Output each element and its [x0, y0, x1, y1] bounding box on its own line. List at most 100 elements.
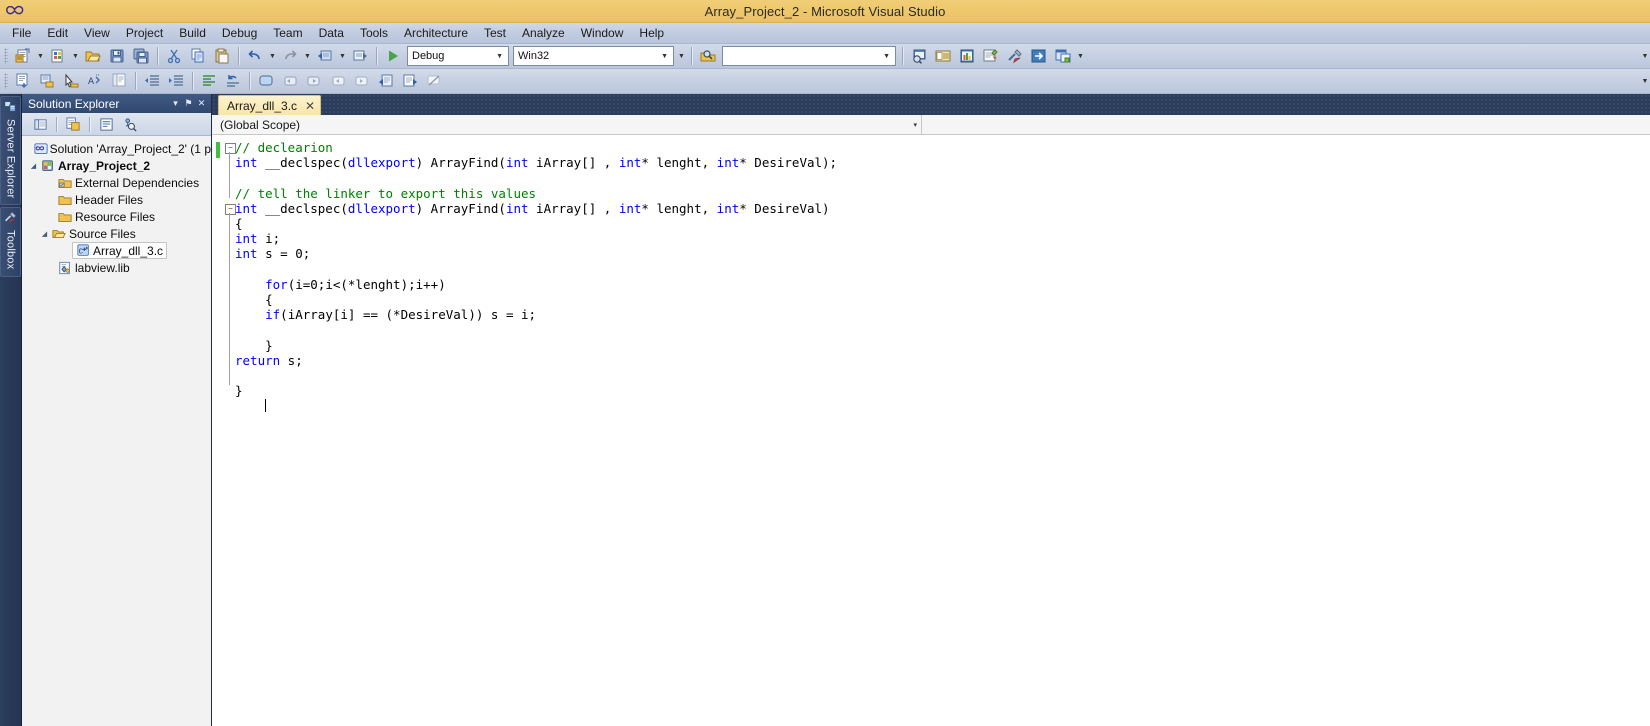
toolbar-grip[interactable] — [4, 73, 8, 89]
go-to-icon[interactable] — [1027, 45, 1051, 67]
toolbar-grip[interactable] — [4, 48, 8, 64]
menu-tools[interactable]: Tools — [352, 24, 396, 42]
solution-platform-combo[interactable]: Win32 ▼ — [513, 46, 674, 66]
tree-item-external-dependencies[interactable]: External Dependencies — [22, 174, 211, 191]
menu-view[interactable]: View — [76, 24, 118, 42]
solution-explorer-window-icon[interactable] — [907, 45, 931, 67]
menu-file[interactable]: File — [4, 24, 39, 42]
uncomment-selection-icon[interactable] — [107, 70, 131, 92]
bookmark-next-in-document-icon[interactable] — [398, 70, 422, 92]
chevron-down-icon[interactable]: ▾ — [913, 121, 917, 129]
navigation-bar: (Global Scope) ▾ — [212, 115, 1650, 135]
cut-icon[interactable] — [162, 45, 186, 67]
find-input[interactable] — [727, 49, 871, 63]
insert-snippet-icon[interactable] — [35, 70, 59, 92]
pin-icon[interactable]: ⚑ — [182, 96, 195, 111]
new-project-dropdown-icon[interactable]: ▼ — [35, 46, 46, 66]
show-all-files-icon[interactable] — [61, 113, 85, 135]
increase-indent-icon[interactable] — [164, 70, 188, 92]
new-window-icon[interactable] — [1051, 45, 1075, 67]
find-combo[interactable]: ▼ — [722, 46, 896, 66]
add-new-item-dropdown-icon[interactable]: ▼ — [70, 46, 81, 66]
outlining-margin[interactable]: − − — [224, 135, 236, 658]
tree-item-solution[interactable]: Solution 'Array_Project_2' (1 p — [22, 140, 211, 157]
redo-dropdown-icon[interactable]: ▼ — [302, 46, 313, 66]
save-all-icon[interactable] — [129, 45, 153, 67]
window-dropdown-icon[interactable]: ▾ — [169, 96, 182, 111]
object-browser-search-icon[interactable] — [118, 113, 142, 135]
undo-dropdown-icon[interactable]: ▼ — [267, 46, 278, 66]
close-icon[interactable]: ✕ — [305, 100, 315, 112]
glyph-margin[interactable] — [212, 135, 224, 658]
navigate-backward-icon[interactable] — [313, 45, 337, 67]
menu-analyze[interactable]: Analyze — [514, 24, 573, 42]
tree-item-resource-files[interactable]: Resource Files — [22, 208, 211, 225]
redo-icon[interactable] — [278, 45, 302, 67]
code-text[interactable]: // declearion int __declspec(dllexport) … — [235, 135, 1650, 658]
clear-bookmarks-icon[interactable] — [422, 70, 446, 92]
solution-configuration-combo[interactable]: Debug ▼ — [407, 46, 509, 66]
menu-architecture[interactable]: Architecture — [396, 24, 476, 42]
menu-edit[interactable]: Edit — [39, 24, 76, 42]
previous-bookmark-icon[interactable] — [278, 70, 302, 92]
display-class-view-icon[interactable] — [11, 70, 35, 92]
scope-combo[interactable]: (Global Scope) ▾ — [212, 115, 922, 134]
close-icon[interactable]: ✕ — [195, 96, 208, 111]
open-file-icon[interactable] — [81, 45, 105, 67]
member-combo[interactable] — [922, 115, 1650, 134]
copy-icon[interactable] — [186, 45, 210, 67]
next-bookmark-icon[interactable] — [302, 70, 326, 92]
menu-test[interactable]: Test — [476, 24, 514, 42]
bookmark-previous-in-document-icon[interactable] — [374, 70, 398, 92]
tree-item-source-files[interactable]: ◢ Source Files — [22, 225, 211, 242]
toolbox-window-icon[interactable] — [979, 45, 1003, 67]
tree-item-array-dll-3-c[interactable]: C Array_dll_3.c — [22, 242, 211, 259]
format-document-icon[interactable] — [197, 70, 221, 92]
navigate-forward-icon[interactable] — [348, 45, 372, 67]
chevron-down-icon[interactable]: ▼ — [880, 53, 893, 60]
vertical-tab-server-explorer[interactable]: Server Explorer — [0, 96, 21, 206]
toolbar-overflow-icon[interactable]: ▼ — [1640, 46, 1650, 66]
previous-bookmark-folder-icon[interactable] — [326, 70, 350, 92]
new-project-icon[interactable] — [11, 45, 35, 67]
comment-selection-icon[interactable]: A — [83, 70, 107, 92]
code-editor[interactable]: − − // declearion int __declspec(dllexpo… — [212, 135, 1650, 658]
save-icon[interactable] — [105, 45, 129, 67]
menu-debug[interactable]: Debug — [214, 24, 265, 42]
undo-format-icon[interactable] — [221, 70, 245, 92]
surround-with-icon[interactable] — [59, 70, 83, 92]
chevron-down-icon[interactable]: ▼ — [493, 53, 506, 60]
toolbar-options-dropdown-icon[interactable]: ▼ — [1075, 46, 1086, 66]
tree-item-label: Array_Project_2 — [58, 158, 151, 173]
vertical-tab-toolbox[interactable]: Toolbox — [0, 207, 21, 277]
chevron-down-icon[interactable]: ▼ — [658, 53, 671, 60]
find-in-files-icon[interactable] — [696, 45, 720, 67]
navigate-backward-dropdown-icon[interactable]: ▼ — [337, 46, 348, 66]
decrease-indent-icon[interactable] — [140, 70, 164, 92]
object-browser-icon[interactable] — [955, 45, 979, 67]
menu-build[interactable]: Build — [171, 24, 214, 42]
start-debugging-icon[interactable] — [381, 45, 405, 67]
menu-data[interactable]: Data — [311, 24, 352, 42]
properties-icon[interactable] — [28, 113, 52, 135]
tree-expander-source-files[interactable]: ◢ — [39, 230, 50, 238]
editor-tab-array-dll-3-c[interactable]: Array_dll_3.c ✕ — [218, 95, 322, 115]
menu-window[interactable]: Window — [573, 24, 632, 42]
menu-help[interactable]: Help — [631, 24, 672, 42]
tree-item-project[interactable]: ◢ Array_Project_2 — [22, 157, 211, 174]
menu-project[interactable]: Project — [118, 24, 171, 42]
tree-item-labview-lib[interactable]: labview.lib — [22, 259, 211, 276]
tree-item-header-files[interactable]: Header Files — [22, 191, 211, 208]
tree-expander-project[interactable]: ◢ — [28, 162, 39, 170]
next-bookmark-folder-icon[interactable] — [350, 70, 374, 92]
menu-team[interactable]: Team — [265, 24, 310, 42]
view-code-icon[interactable] — [94, 113, 118, 135]
paste-icon[interactable] — [210, 45, 234, 67]
toggle-bookmark-icon[interactable] — [254, 70, 278, 92]
add-new-item-icon[interactable] — [46, 45, 70, 67]
toolbar-overflow-icon[interactable]: ▼ — [1640, 71, 1650, 91]
properties-window-icon[interactable] — [931, 45, 955, 67]
tools-options-icon[interactable] — [1003, 45, 1027, 67]
undo-icon[interactable] — [243, 45, 267, 67]
platform-extra-dropdown-icon[interactable]: ▼ — [676, 46, 687, 66]
